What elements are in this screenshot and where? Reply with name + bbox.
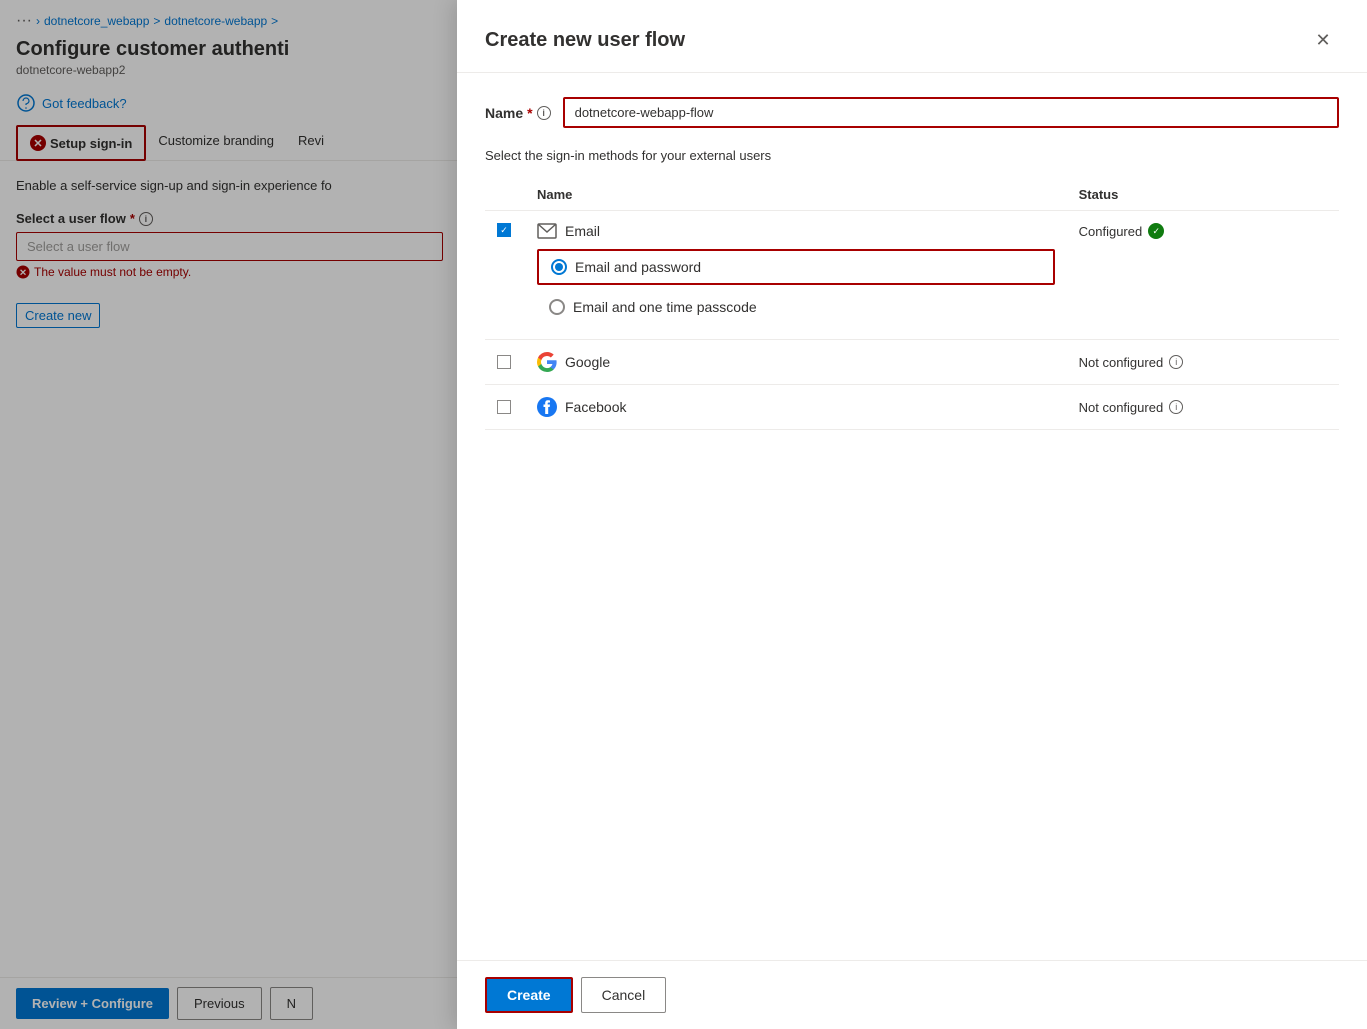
sign-in-table: Name Status: [485, 179, 1339, 430]
col-status: Status: [1067, 179, 1339, 211]
table-row: Google Not configured i: [485, 340, 1339, 385]
name-info-icon[interactable]: i: [537, 106, 551, 120]
email-method-row: Email: [537, 223, 1055, 239]
google-method-name: Google: [565, 354, 610, 370]
facebook-method-row: Facebook: [537, 397, 1055, 417]
email-password-label: Email and password: [575, 259, 701, 275]
email-status: Configured: [1079, 223, 1327, 239]
google-icon: [537, 352, 557, 372]
google-status: Not configured i: [1079, 355, 1327, 370]
email-otp-option[interactable]: Email and one time passcode: [537, 291, 1055, 323]
email-otp-label: Email and one time passcode: [573, 299, 757, 315]
email-icon: [537, 223, 557, 239]
google-checkbox[interactable]: [497, 355, 511, 369]
modal-header: Create new user flow ✕: [457, 0, 1367, 73]
email-method-name: Email: [565, 223, 600, 239]
modal-title: Create new user flow: [485, 29, 685, 52]
table-row: Facebook Not configured i: [485, 385, 1339, 430]
modal-panel: Create new user flow ✕ Name * i Select t…: [457, 0, 1367, 1029]
email-sub-options: Email and password Email and one time pa…: [537, 239, 1055, 323]
email-checkbox[interactable]: [497, 223, 511, 237]
facebook-checkbox[interactable]: [497, 400, 511, 414]
email-status-text: Configured: [1079, 224, 1143, 239]
radio-inner: [555, 263, 563, 271]
modal-close-button[interactable]: ✕: [1307, 24, 1339, 56]
google-status-text: Not configured: [1079, 355, 1164, 370]
email-otp-radio[interactable]: [549, 299, 565, 315]
facebook-icon: [537, 397, 557, 417]
facebook-status-text: Not configured: [1079, 400, 1164, 415]
cancel-button[interactable]: Cancel: [581, 977, 667, 1013]
modal-body: Name * i Select the sign-in methods for …: [457, 73, 1367, 960]
name-input[interactable]: [563, 97, 1339, 128]
facebook-method-name: Facebook: [565, 399, 626, 415]
name-label: Name * i: [485, 105, 551, 121]
email-password-option[interactable]: Email and password: [537, 249, 1055, 285]
col-name: Name: [525, 179, 1067, 211]
facebook-status: Not configured i: [1079, 400, 1327, 415]
google-status-info[interactable]: i: [1169, 355, 1183, 369]
configured-checkmark: [1148, 223, 1164, 239]
name-required: *: [527, 105, 532, 121]
table-row: Email Email and password: [485, 211, 1339, 340]
modal-footer: Create Cancel: [457, 960, 1367, 1029]
section-desc: Select the sign-in methods for your exte…: [485, 148, 1339, 163]
google-method-row: Google: [537, 352, 1055, 372]
email-password-radio[interactable]: [551, 259, 567, 275]
facebook-status-info[interactable]: i: [1169, 400, 1183, 414]
create-button[interactable]: Create: [485, 977, 573, 1013]
name-row: Name * i: [485, 97, 1339, 128]
